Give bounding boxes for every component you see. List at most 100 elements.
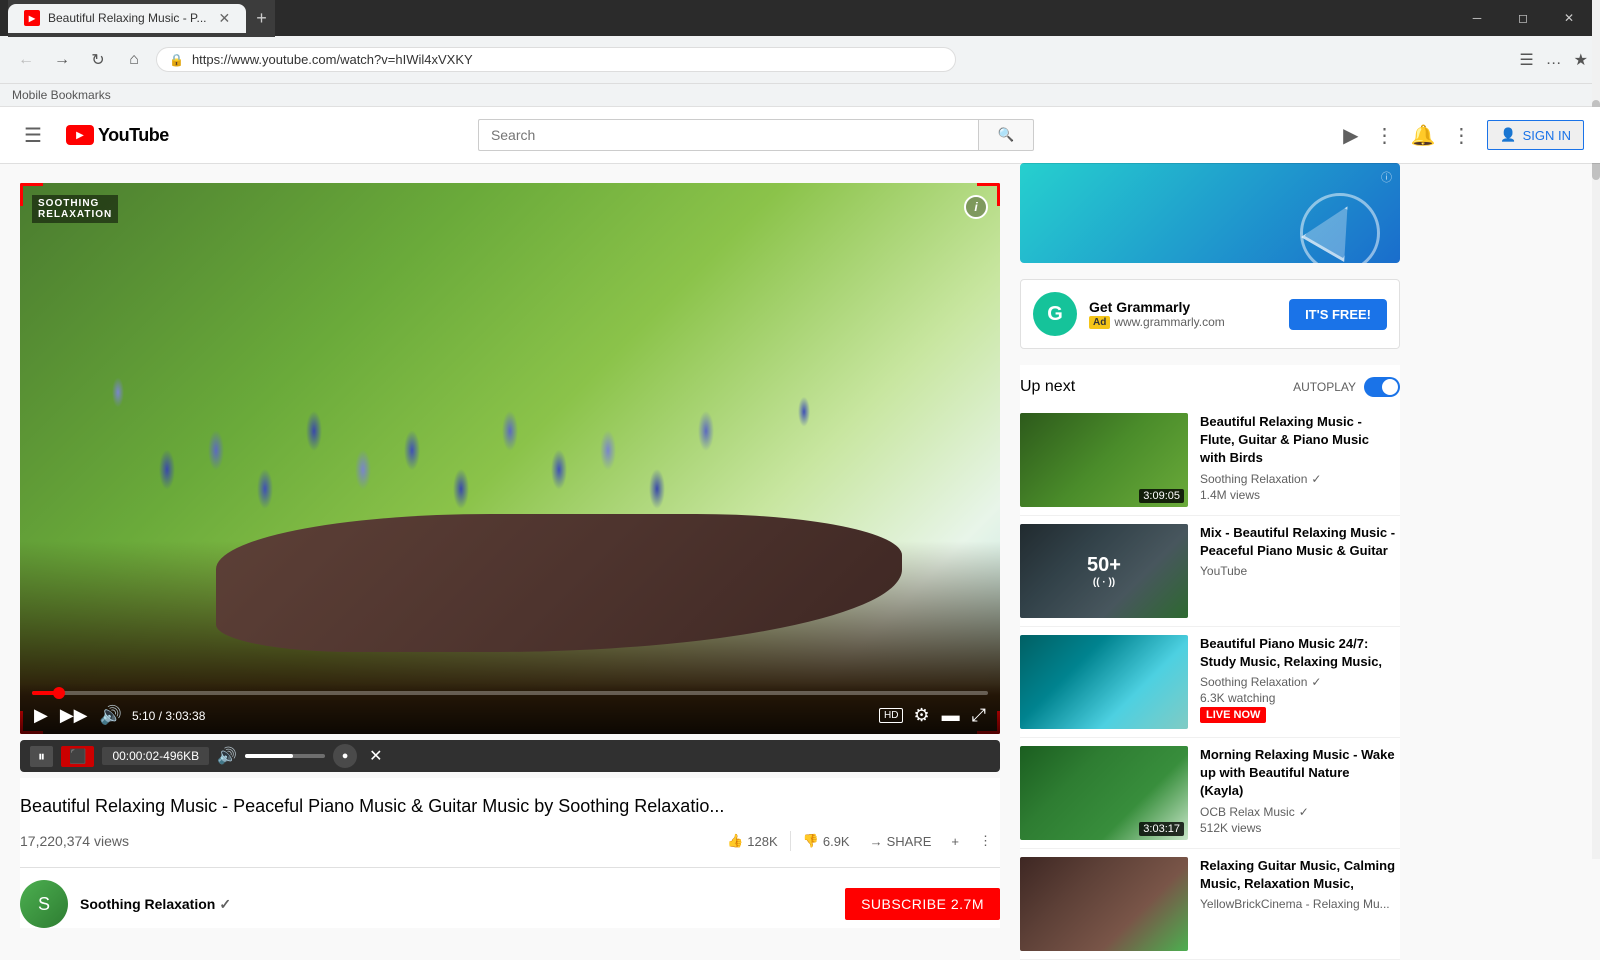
maximize-button[interactable]: ◻ <box>1500 4 1546 32</box>
progress-bar[interactable] <box>32 691 988 695</box>
view-count: 17,220,374 views <box>20 833 129 849</box>
window-controls: ─ ◻ ✕ <box>1454 4 1592 32</box>
notifications-icon[interactable]: 🔔 <box>1411 123 1436 148</box>
autoplay-toggle[interactable] <box>1364 377 1400 397</box>
create-video-icon[interactable]: ▶ <box>1343 123 1358 148</box>
video-info-button[interactable]: i <box>964 195 988 219</box>
video-list-info: Mix - Beautiful Relaxing Music - Peacefu… <box>1196 524 1400 618</box>
dislike-button[interactable]: 👎 6.9K <box>795 827 858 855</box>
yt-icon[interactable]: ☰ <box>1519 50 1533 70</box>
youtube-logo[interactable]: YouTube <box>66 125 169 146</box>
video-list-channel: OCB Relax Music ✓ <box>1200 805 1396 819</box>
channel-avatar[interactable]: S <box>20 880 68 928</box>
media-pause-button[interactable]: ⏸ <box>30 746 53 767</box>
verified-check: ✓ <box>1311 675 1321 689</box>
minimize-button[interactable]: ─ <box>1454 4 1500 32</box>
video-list-title: Beautiful Piano Music 24/7: Study Music,… <box>1200 635 1396 671</box>
reload-button[interactable]: ↻ <box>84 46 112 74</box>
thumb-visual <box>1020 635 1188 729</box>
url-input[interactable] <box>192 52 943 67</box>
more-options-icon[interactable]: ⋮ <box>1451 123 1471 148</box>
media-volume-slider[interactable] <box>245 754 325 758</box>
video-player[interactable]: SOOTHINGRELAXATION i ▶ ▶▶ 🔊 5:10 <box>20 183 1000 734</box>
subscribe-button[interactable]: SUBSCRIBE 2.7M <box>845 888 1000 920</box>
hd-badge: HD <box>879 708 903 723</box>
share-button[interactable]: → SHARE <box>862 828 940 855</box>
video-actions: 👍 128K 👎 6.9K → SHARE + ⋮ <box>719 827 1000 855</box>
play-button[interactable]: ▶ <box>32 703 50 728</box>
video-list-channel: YellowBrickCinema - Relaxing Mu... <box>1200 897 1396 911</box>
search-input[interactable] <box>478 119 978 151</box>
video-thumbnail: 50+ (( · )) <box>1020 524 1188 618</box>
search-button[interactable]: 🔍 <box>978 119 1034 151</box>
back-button[interactable]: ← <box>12 46 40 74</box>
grammarly-url: www.grammarly.com <box>1114 315 1224 329</box>
video-thumbnail <box>1020 635 1188 729</box>
grammarly-url-row: Ad www.grammarly.com <box>1089 315 1277 329</box>
live-badge: LIVE NOW <box>1200 707 1266 723</box>
tab-favicon: ▶ <box>24 10 40 26</box>
more-actions-button[interactable]: ⋮ <box>971 827 1000 855</box>
sign-in-button[interactable]: 👤 SIGN IN <box>1487 120 1584 150</box>
youtube-logo-icon <box>66 125 94 145</box>
media-avatar: ● <box>333 744 357 768</box>
video-duration: 3:09:05 <box>1139 489 1184 503</box>
autoplay-row: AUTOPLAY <box>1293 377 1400 397</box>
grammarly-logo: G <box>1033 292 1077 336</box>
video-list-channel: Soothing Relaxation ✓ <box>1200 472 1396 486</box>
list-item[interactable]: 3:03:17 Morning Relaxing Music - Wake up… <box>1020 738 1400 849</box>
up-next-header: Up next AUTOPLAY <box>1020 365 1400 405</box>
list-item[interactable]: Beautiful Piano Music 24/7: Study Music,… <box>1020 627 1400 738</box>
video-main-area: SOOTHINGRELAXATION i ▶ ▶▶ 🔊 5:10 <box>0 163 1020 960</box>
forward-button[interactable]: → <box>48 46 76 74</box>
apps-icon[interactable]: ⋮ <box>1375 123 1395 148</box>
ad-info-icon[interactable]: ⓘ <box>1381 169 1392 185</box>
up-next-section: Up next AUTOPLAY 3:09:05 Beautiful Relax… <box>1020 365 1400 960</box>
video-list-title: Beautiful Relaxing Music - Flute, Guitar… <box>1200 413 1396 468</box>
video-list-meta: 512K views <box>1200 821 1396 835</box>
close-window-button[interactable]: ✕ <box>1546 4 1592 32</box>
media-stop-button[interactable]: ⬛ <box>61 746 94 767</box>
soothing-watermark: SOOTHINGRELAXATION <box>32 195 118 223</box>
video-list-channel: Soothing Relaxation ✓ <box>1200 675 1396 689</box>
list-item[interactable]: 3:09:05 Beautiful Relaxing Music - Flute… <box>1020 405 1400 516</box>
list-item[interactable]: Relaxing Guitar Music, Calming Music, Re… <box>1020 849 1400 960</box>
address-bar[interactable]: 🔒 <box>156 47 956 72</box>
hamburger-menu[interactable]: ☰ <box>16 115 50 156</box>
bookmark-star-icon[interactable]: ★ <box>1574 50 1588 70</box>
volume-button[interactable]: 🔊 <box>98 703 124 728</box>
new-tab-button[interactable]: + <box>248 4 275 33</box>
settings-button[interactable]: ⚙ <box>911 703 931 728</box>
like-button[interactable]: 👍 128K <box>719 827 786 855</box>
youtube-logo-text: YouTube <box>98 125 169 146</box>
add-to-playlist-button[interactable]: + <box>943 828 967 855</box>
search-form: 🔍 <box>209 119 1303 151</box>
mix-overlay: 50+ (( · )) <box>1020 524 1188 618</box>
fullscreen-button[interactable]: ⤢ <box>970 703 988 728</box>
media-volume-icon[interactable]: 🔊 <box>217 746 237 766</box>
grammarly-cta-button[interactable]: IT'S FREE! <box>1289 299 1387 330</box>
browser-tab-active[interactable]: ▶ Beautiful Relaxing Music - P... ✕ <box>8 4 246 33</box>
home-button[interactable]: ⌂ <box>120 46 148 74</box>
ad-banner[interactable]: ⓘ <box>1020 163 1400 263</box>
controls-row: ▶ ▶▶ 🔊 5:10 / 3:03:38 HD ⚙ ▬ ⤢ <box>32 703 988 728</box>
add-icon: + <box>951 834 959 849</box>
media-close-button[interactable]: ✕ <box>369 746 382 766</box>
next-button[interactable]: ▶▶ <box>58 703 90 728</box>
theater-button[interactable]: ▬ <box>940 703 962 728</box>
close-tab-button[interactable]: ✕ <box>219 10 231 27</box>
list-item[interactable]: 50+ (( · )) Mix - Beautiful Relaxing Mus… <box>1020 516 1400 627</box>
grammarly-ad: G Get Grammarly Ad www.grammarly.com IT'… <box>1020 279 1400 349</box>
up-next-title: Up next <box>1020 378 1075 396</box>
right-sidebar: ⓘ G Get Grammarly Ad www.grammarly.com I… <box>1020 163 1420 960</box>
video-list-title: Relaxing Guitar Music, Calming Music, Re… <box>1200 857 1396 893</box>
video-list-meta: 1.4M views <box>1200 488 1396 502</box>
thumbs-down-icon: 👎 <box>803 833 819 849</box>
video-container[interactable]: SOOTHINGRELAXATION i ▶ ▶▶ 🔊 5:10 <box>20 183 1000 734</box>
video-thumbnail <box>1020 857 1188 951</box>
verified-check: ✓ <box>1311 472 1321 486</box>
extensions-icon[interactable]: … <box>1546 51 1562 69</box>
video-list-info: Relaxing Guitar Music, Calming Music, Re… <box>1196 857 1400 951</box>
browser-toolbar: ← → ↻ ⌂ 🔒 ☰ … ★ <box>0 36 1600 84</box>
video-duration: 3:03:17 <box>1139 822 1184 836</box>
